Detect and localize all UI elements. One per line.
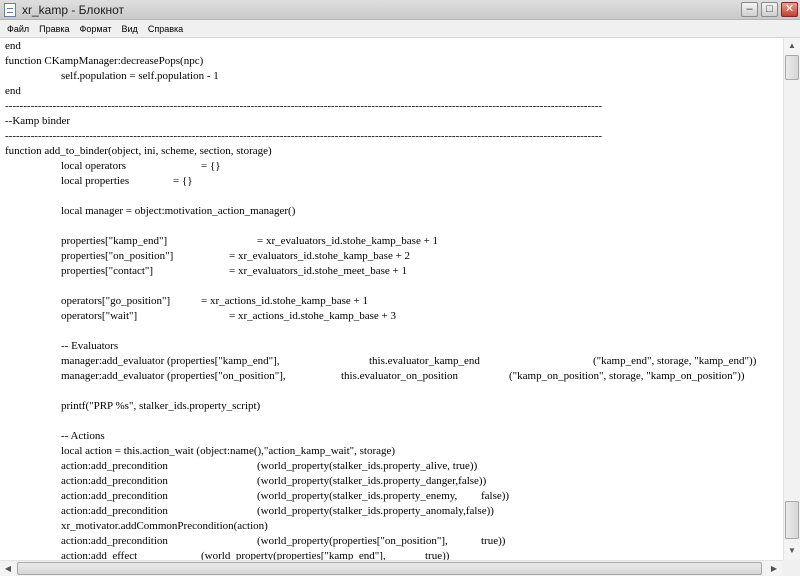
menu-format[interactable]: Формат: [75, 24, 117, 34]
close-button[interactable]: ✕: [781, 2, 798, 17]
vertical-scroll-thumb-position[interactable]: [785, 501, 799, 539]
editor-line: properties["contact"] = xr_evaluators_id…: [5, 265, 407, 277]
editor-line: -- Actions: [5, 430, 105, 442]
scroll-up-button[interactable]: ▲: [784, 38, 800, 54]
editor-line: function add_to_binder(object, ini, sche…: [5, 145, 272, 157]
editor-line: --Kamp binder: [5, 115, 71, 127]
menu-edit[interactable]: Правка: [34, 24, 74, 34]
menu-view[interactable]: Вид: [117, 24, 143, 34]
horizontal-scrollbar[interactable]: ◀ ▶: [0, 560, 783, 576]
editor-line: operators["go_position"] = xr_actions_id…: [5, 295, 368, 307]
maximize-button[interactable]: □: [761, 2, 778, 17]
editor-line: properties["on_position"] = xr_evaluator…: [5, 250, 411, 262]
scrollbar-corner: [783, 560, 800, 576]
editor-line: action:add_precondition (world_property(…: [5, 505, 494, 517]
vertical-scroll-thumb[interactable]: [785, 55, 799, 80]
editor-line: printf("PRP %s", stalker_ids.property_sc…: [5, 400, 261, 412]
editor-line: ----------------------------------------…: [5, 100, 603, 112]
editor-line: operators["wait"] = xr_actions_id.stohe_…: [5, 310, 396, 322]
editor-line: action:add_effect (world_property(proper…: [5, 550, 450, 560]
editor-line: self.population = self.population - 1: [5, 70, 219, 82]
notepad-icon: [4, 3, 16, 17]
editor-line: end: [5, 85, 21, 97]
editor-line: local operators = {}: [5, 160, 221, 172]
menu-help[interactable]: Справка: [143, 24, 188, 34]
vertical-scrollbar[interactable]: ▲ ▼: [783, 38, 800, 560]
horizontal-scroll-thumb[interactable]: [17, 562, 762, 575]
editor-line: function CKampManager:decreasePops(npc): [5, 55, 204, 67]
editor-line: action:add_precondition (world_property(…: [5, 475, 487, 487]
editor-line: local action = this.action_wait (object:…: [5, 445, 396, 457]
menu-file[interactable]: Файл: [2, 24, 34, 34]
editor-line: action:add_precondition (world_property(…: [5, 535, 506, 547]
editor-line: end: [5, 40, 21, 52]
minimize-button[interactable]: –: [741, 2, 758, 17]
editor-line: manager:add_evaluator (properties["kamp_…: [5, 355, 757, 367]
text-editor-area[interactable]: end function CKampManager:decreasePops(np…: [0, 38, 783, 560]
scroll-right-button[interactable]: ▶: [766, 561, 782, 576]
menu-bar: Файл Правка Формат Вид Справка: [0, 20, 800, 38]
editor-line: -- Evaluators: [5, 340, 119, 352]
window-title: xr_kamp - Блокнот: [22, 3, 125, 17]
scroll-down-button[interactable]: ▼: [784, 543, 800, 559]
editor-line: properties["kamp_end"] = xr_evaluators_i…: [5, 235, 439, 247]
editor-line: local properties = {}: [5, 175, 193, 187]
editor-line: xr_motivator.addCommonPrecondition(actio…: [5, 520, 268, 532]
editor-line: action:add_precondition (world_property(…: [5, 460, 478, 472]
title-bar: xr_kamp - Блокнот – □ ✕: [0, 0, 800, 20]
editor-line: action:add_precondition (world_property(…: [5, 490, 510, 502]
scroll-left-button[interactable]: ◀: [0, 561, 16, 576]
editor-line: local manager = object:motivation_action…: [5, 205, 296, 217]
editor-line: ----------------------------------------…: [5, 130, 603, 142]
editor-line: manager:add_evaluator (properties["on_po…: [5, 370, 745, 382]
